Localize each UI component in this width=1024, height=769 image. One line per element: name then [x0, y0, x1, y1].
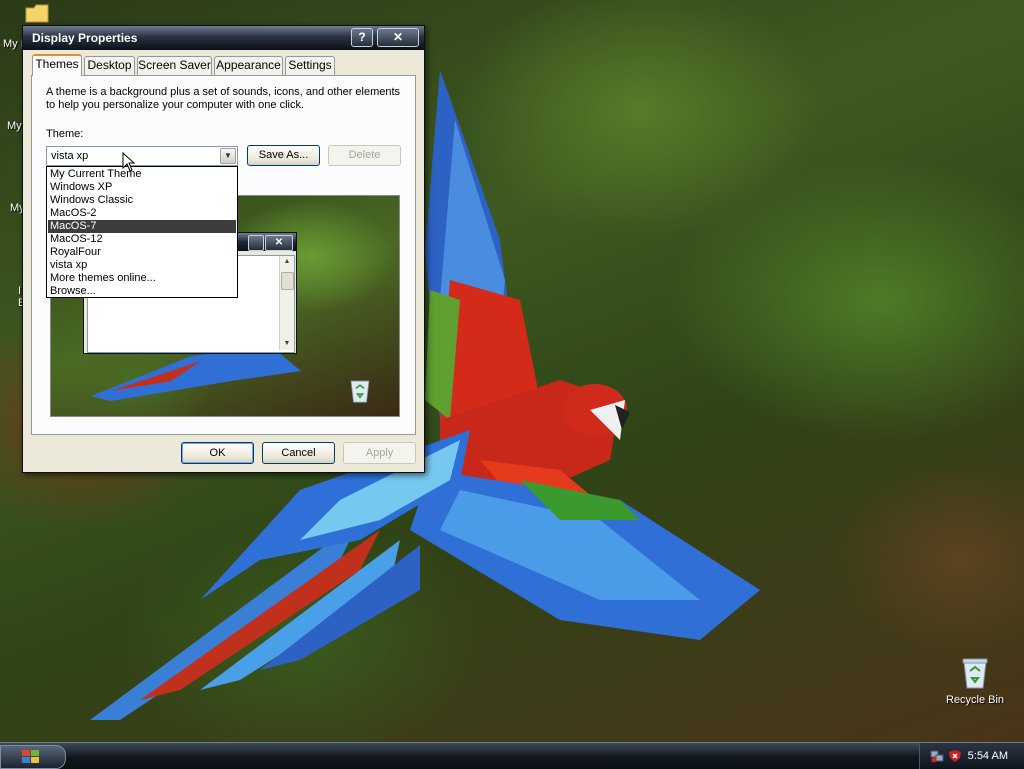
tab-settings[interactable]: Settings [285, 56, 335, 75]
apply-button[interactable]: Apply [343, 442, 416, 464]
security-shield-icon[interactable] [948, 749, 962, 763]
chevron-down-icon[interactable]: ▼ [220, 148, 236, 164]
close-button[interactable]: ✕ [377, 28, 419, 47]
tab-themes[interactable]: Themes [32, 54, 82, 76]
tab-label: Settings [288, 58, 332, 72]
mouse-cursor-icon [122, 152, 136, 172]
desktop-icon-label[interactable]: My [7, 120, 22, 132]
intro-text: A theme is a background plus a set of so… [46, 86, 401, 111]
theme-dropdown-list: My Current Theme Windows XP Windows Clas… [46, 166, 238, 298]
taskbar: 5:54 AM [0, 742, 1024, 769]
window-title: Display Properties [32, 31, 138, 45]
network-icon[interactable] [930, 749, 944, 763]
dropdown-option[interactable]: RoyalFour [48, 246, 236, 259]
desktop-icon-label[interactable]: I [18, 285, 21, 297]
dropdown-option[interactable]: Windows Classic [48, 194, 236, 207]
delete-button[interactable]: Delete [328, 145, 401, 166]
theme-select-value: vista xp [51, 150, 89, 162]
title-bar[interactable]: Display Properties ? ✕ [23, 26, 424, 50]
preview-scrollbar: ▲ ▼ [279, 256, 294, 350]
save-as-button[interactable]: Save As... [247, 145, 320, 166]
windows-logo-icon [22, 750, 39, 763]
recycle-bin[interactable]: Recycle Bin [944, 656, 1006, 706]
tab-label: Themes [35, 57, 79, 71]
dropdown-option[interactable]: More themes online... [48, 272, 236, 285]
preview-close-icon: ✕ [265, 235, 293, 251]
dropdown-option[interactable]: My Current Theme [48, 168, 236, 181]
desktop-icon-label[interactable]: My I [3, 38, 24, 50]
dropdown-option[interactable]: MacOS-12 [48, 233, 236, 246]
dropdown-option[interactable]: Windows XP [48, 181, 236, 194]
scroll-down-icon: ▼ [283, 340, 291, 347]
system-tray: 5:54 AM [919, 743, 1024, 769]
tab-screen-saver[interactable]: Screen Saver [137, 56, 212, 75]
close-icon: ✕ [392, 30, 404, 44]
tab-label: Appearance [216, 58, 281, 72]
cancel-button[interactable]: Cancel [262, 442, 335, 464]
help-button[interactable]: ? [351, 28, 373, 47]
help-icon: ? [358, 30, 366, 44]
scroll-up-icon: ▲ [283, 258, 291, 265]
tab-label: Desktop [87, 58, 132, 72]
clock[interactable]: 5:54 AM [968, 750, 1008, 762]
tab-appearance[interactable]: Appearance [214, 56, 283, 75]
theme-select[interactable]: vista xp ▼ [46, 146, 238, 166]
dropdown-option[interactable]: Browse... [48, 285, 236, 298]
dropdown-option[interactable]: MacOS-2 [48, 207, 236, 220]
dropdown-option[interactable]: vista xp [48, 259, 236, 272]
tab-desktop[interactable]: Desktop [84, 56, 135, 75]
recycle-bin-icon [962, 658, 988, 689]
preview-recycle-bin-icon [350, 380, 370, 403]
recycle-bin-label: Recycle Bin [945, 694, 1005, 706]
start-button[interactable] [0, 745, 66, 769]
scroll-thumb [281, 272, 294, 290]
tab-label: Screen Saver [138, 58, 211, 72]
folder-icon[interactable] [24, 2, 50, 24]
preview-minimize-icon [248, 235, 264, 251]
ok-button[interactable]: OK [181, 442, 254, 464]
theme-label: Theme: [46, 128, 84, 140]
dropdown-option-selected[interactable]: MacOS-7 [48, 220, 236, 233]
